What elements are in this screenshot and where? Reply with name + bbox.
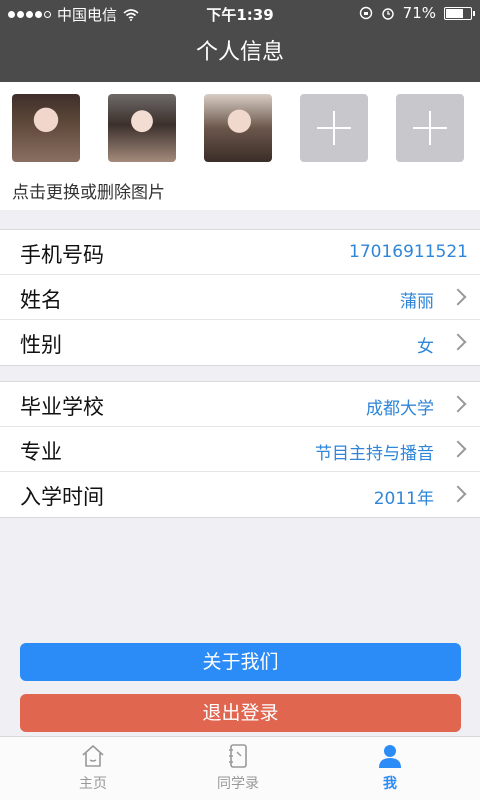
battery-icon (444, 6, 475, 20)
profile-photo-1[interactable] (12, 94, 80, 162)
nav-bar: 个人信息 (0, 28, 480, 82)
battery-percent: 71% (402, 4, 436, 22)
info-group-education: 毕业学校 成都大学 专业 节目主持与播音 入学时间 2011年 (0, 381, 480, 518)
alarm-icon (381, 8, 394, 20)
row-value: 17016911521 (349, 242, 468, 262)
row-value: 成都大学 (366, 399, 434, 419)
row-enrollment[interactable]: 入学时间 2011年 (0, 472, 480, 517)
row-value: 女 (417, 337, 434, 357)
row-label: 入学时间 (20, 485, 104, 509)
chevron-right-icon (449, 440, 467, 458)
row-value: 节目主持与播音 (315, 444, 434, 464)
logout-button[interactable]: 退出登录 (20, 694, 461, 732)
row-label: 毕业学校 (20, 395, 104, 419)
tab-label: 主页 (79, 776, 107, 792)
plus-icon (413, 111, 447, 145)
tab-classmates[interactable]: 同学录 (188, 743, 288, 793)
home-icon (82, 745, 104, 767)
photo-hint: 点击更换或删除图片 (12, 183, 165, 203)
about-us-button[interactable]: 关于我们 (20, 643, 461, 681)
row-major[interactable]: 专业 节目主持与播音 (0, 427, 480, 472)
row-value: 2011年 (373, 489, 434, 509)
row-label: 姓名 (20, 288, 62, 312)
tab-home[interactable]: 主页 (43, 743, 143, 793)
photo-row (12, 94, 464, 162)
page-title: 个人信息 (195, 40, 284, 65)
tab-label: 同学录 (217, 776, 259, 792)
info-group-personal: 手机号码 17016911521 姓名 蒲丽 性别 女 (0, 229, 480, 366)
row-label: 专业 (20, 440, 62, 464)
row-label: 性别 (20, 333, 62, 357)
row-label: 手机号码 (20, 243, 104, 267)
row-phone: 手机号码 17016911521 (0, 230, 480, 275)
photo-section: 点击更换或删除图片 (0, 82, 480, 210)
chevron-right-icon (449, 333, 467, 351)
add-photo-button[interactable] (396, 94, 464, 162)
profile-photo-2[interactable] (108, 94, 176, 162)
plus-icon (317, 111, 351, 145)
tab-label: 我 (383, 776, 397, 792)
tab-bar: 主页 同学录 我 (0, 736, 480, 800)
tab-me[interactable]: 我 (340, 743, 440, 793)
chevron-right-icon (449, 485, 467, 503)
row-name[interactable]: 姓名 蒲丽 (0, 275, 480, 320)
add-photo-button[interactable] (300, 94, 368, 162)
row-value: 蒲丽 (400, 292, 434, 312)
person-icon (379, 745, 401, 768)
status-bar: 中国电信 下午1:39 71% (0, 0, 480, 28)
chevron-right-icon (449, 288, 467, 306)
profile-photo-3[interactable] (204, 94, 272, 162)
row-gender[interactable]: 性别 女 (0, 320, 480, 365)
status-right: 71% (359, 4, 475, 22)
chevron-right-icon (449, 395, 467, 413)
rotation-lock-icon (359, 6, 372, 20)
notebook-icon (229, 744, 247, 768)
row-school[interactable]: 毕业学校 成都大学 (0, 382, 480, 427)
